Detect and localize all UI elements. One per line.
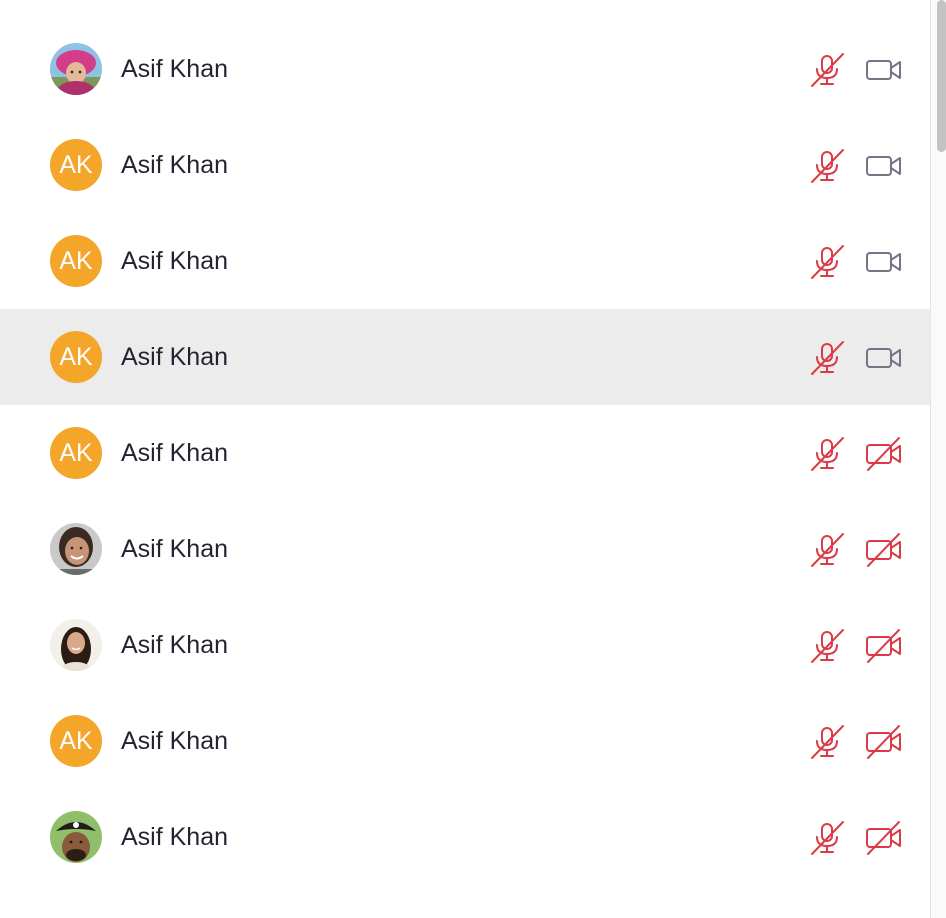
avatar-photo — [50, 619, 102, 671]
participant-name: Asif Khan — [121, 247, 229, 275]
video-camera-icon[interactable] — [864, 243, 904, 281]
microphone-muted-icon[interactable] — [808, 627, 846, 665]
video-camera-off-icon[interactable] — [864, 435, 904, 473]
participant-name: Asif Khan — [121, 823, 229, 851]
microphone-muted-icon[interactable] — [808, 339, 846, 377]
microphone-muted-icon[interactable] — [808, 51, 846, 89]
participants-panel: Asif Khan AK Asif Khan AK Asif Khan AK Asif Kh… — [0, 0, 946, 918]
scrollbar-thumb[interactable] — [937, 0, 946, 152]
participant-row[interactable]: AK Asif Khan — [0, 405, 930, 501]
participant-row[interactable]: AK Asif Khan — [0, 117, 930, 213]
avatar-initials: AK — [50, 427, 102, 479]
participant-name: Asif Khan — [121, 439, 229, 467]
video-camera-icon[interactable] — [864, 51, 904, 89]
participant-name: Asif Khan — [121, 535, 229, 563]
microphone-muted-icon[interactable] — [808, 435, 846, 473]
participant-row[interactable]: AK Asif Khan — [0, 213, 930, 309]
participant-list: Asif Khan AK Asif Khan AK Asif Khan AK Asif Kh… — [0, 21, 930, 885]
microphone-muted-icon[interactable] — [808, 531, 846, 569]
video-camera-off-icon[interactable] — [864, 819, 904, 857]
video-camera-icon[interactable] — [864, 147, 904, 185]
video-camera-off-icon[interactable] — [864, 627, 904, 665]
participant-row[interactable]: Asif Khan — [0, 501, 930, 597]
avatar-photo — [50, 43, 102, 95]
participant-name: Asif Khan — [121, 727, 229, 755]
avatar-initials: AK — [50, 139, 102, 191]
participant-row[interactable]: AK Asif Khan — [0, 309, 930, 405]
microphone-muted-icon[interactable] — [808, 819, 846, 857]
video-camera-off-icon[interactable] — [864, 531, 904, 569]
participant-name: Asif Khan — [121, 55, 229, 83]
microphone-muted-icon[interactable] — [808, 723, 846, 761]
video-camera-off-icon[interactable] — [864, 723, 904, 761]
avatar-photo — [50, 523, 102, 575]
participant-row[interactable]: Asif Khan — [0, 21, 930, 117]
participant-name: Asif Khan — [121, 151, 229, 179]
video-camera-icon[interactable] — [864, 339, 904, 377]
participant-row[interactable]: Asif Khan — [0, 789, 930, 885]
microphone-muted-icon[interactable] — [808, 243, 846, 281]
participant-name: Asif Khan — [121, 343, 229, 371]
participant-row[interactable]: Asif Khan — [0, 597, 930, 693]
microphone-muted-icon[interactable] — [808, 147, 846, 185]
participant-name: Asif Khan — [121, 631, 229, 659]
avatar-initials: AK — [50, 331, 102, 383]
avatar-initials: AK — [50, 235, 102, 287]
avatar-photo — [50, 811, 102, 863]
avatar-initials: AK — [50, 715, 102, 767]
participant-row[interactable]: AK Asif Khan — [0, 693, 930, 789]
